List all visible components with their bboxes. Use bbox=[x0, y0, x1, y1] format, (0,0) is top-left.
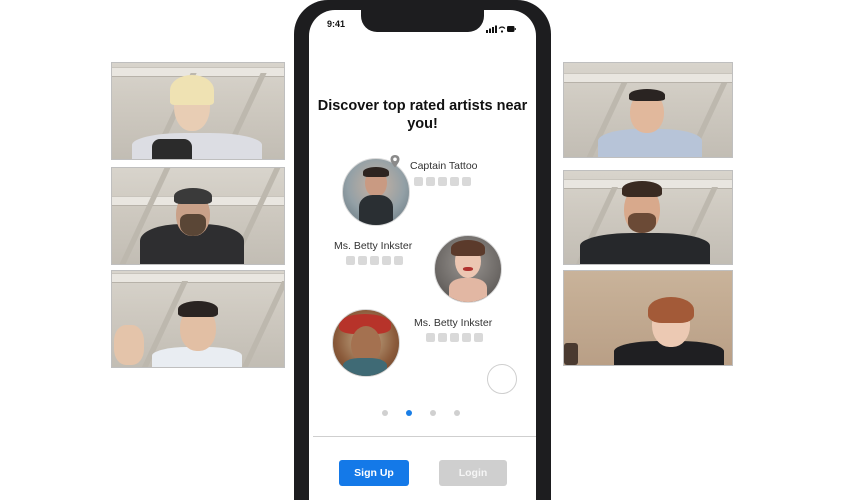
artist-name[interactable]: Ms. Betty Inkster bbox=[334, 240, 412, 252]
rating-star-icon bbox=[426, 333, 435, 342]
rating-star-icon bbox=[450, 177, 459, 186]
rating-star-icon bbox=[426, 177, 435, 186]
rating-star-icon bbox=[414, 177, 423, 186]
rating-star-icon bbox=[394, 256, 403, 265]
video-tile-right-1 bbox=[563, 62, 733, 158]
artist-name[interactable]: Ms. Betty Inkster bbox=[414, 317, 492, 329]
video-tile-right-3 bbox=[563, 270, 733, 366]
artist-rating bbox=[346, 256, 403, 265]
rating-star-icon bbox=[358, 256, 367, 265]
carousel-dot[interactable] bbox=[454, 410, 460, 416]
phone-notch bbox=[361, 8, 484, 32]
sign-up-button[interactable]: Sign Up bbox=[339, 460, 409, 486]
rating-star-icon bbox=[370, 256, 379, 265]
carousel-dot[interactable] bbox=[430, 410, 436, 416]
video-tile-left-3 bbox=[111, 270, 285, 368]
rating-star-icon bbox=[438, 177, 447, 186]
rating-star-icon bbox=[346, 256, 355, 265]
status-time: 9:41 bbox=[327, 19, 346, 29]
location-pin-icon bbox=[390, 155, 400, 168]
video-tile-left-2 bbox=[111, 167, 285, 265]
artist-rating bbox=[414, 177, 471, 186]
rating-star-icon bbox=[462, 177, 471, 186]
carousel-dot[interactable] bbox=[382, 410, 388, 416]
artist-avatar[interactable] bbox=[434, 235, 502, 303]
page-title: Discover top rated artists near you! bbox=[317, 98, 528, 132]
artist-name[interactable]: Captain Tattoo bbox=[410, 160, 478, 172]
rating-star-icon bbox=[438, 333, 447, 342]
video-tile-right-2 bbox=[563, 170, 733, 265]
divider bbox=[313, 436, 536, 437]
rating-star-icon bbox=[462, 333, 471, 342]
phone-screen bbox=[309, 10, 536, 500]
rating-star-icon bbox=[382, 256, 391, 265]
rating-star-icon bbox=[474, 333, 483, 342]
video-tile-left-1 bbox=[111, 62, 285, 160]
login-button[interactable]: Login bbox=[439, 460, 507, 486]
carousel-indicator bbox=[382, 410, 460, 416]
signal-wifi-battery-icon bbox=[486, 25, 516, 33]
carousel-dot-active[interactable] bbox=[406, 410, 412, 416]
artist-avatar[interactable] bbox=[332, 309, 400, 377]
rating-star-icon bbox=[450, 333, 459, 342]
artist-rating bbox=[426, 333, 483, 342]
status-icons bbox=[486, 20, 516, 33]
next-circle-button[interactable] bbox=[487, 364, 517, 394]
